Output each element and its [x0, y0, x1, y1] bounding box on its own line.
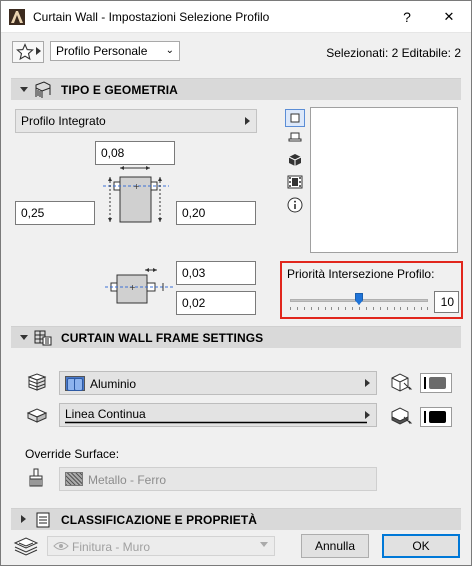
profile-depth-input[interactable]: 0,08 — [95, 141, 175, 165]
material-pen-icon[interactable] — [389, 371, 413, 393]
intersection-priority-panel: Priorità Intersezione Profilo: 10 — [280, 261, 463, 319]
star-icon — [16, 43, 34, 61]
title-bar: Curtain Wall - Impostazioni Selezione Pr… — [1, 1, 471, 33]
frame-material-dropdown[interactable]: Aluminio — [59, 371, 377, 395]
priority-slider-ticks — [290, 307, 428, 311]
profile-type-dropdown[interactable]: Profilo Integrato — [15, 109, 257, 133]
chevron-down-icon: ⌄ — [165, 45, 174, 56]
dialog-window: Curtain Wall - Impostazioni Selezione Pr… — [0, 0, 472, 566]
offset-right-input[interactable]: 0,20 — [176, 201, 256, 225]
line-type-icon — [26, 408, 48, 423]
info-icon[interactable] — [285, 197, 305, 215]
layers-icon — [13, 537, 39, 556]
section-header-classification[interactable]: CLASSIFICAZIONE E PROPRIETÀ — [11, 508, 461, 530]
layer-value: Finitura - Muro — [72, 540, 151, 554]
collapse-triangle-icon — [20, 335, 28, 340]
selection-info: Selezionati: 2 Editabile: 2 — [326, 46, 461, 60]
profile-geometry-icon — [35, 81, 51, 98]
override-surface-label: Override Surface: — [25, 447, 120, 461]
line-type-value: Linea Continua — [65, 407, 146, 421]
override-surface-value: Metallo - Ferro — [88, 473, 167, 487]
section-title-frame: CURTAIN WALL FRAME SETTINGS — [61, 331, 264, 345]
offset-left-input[interactable]: 0,25 — [15, 201, 95, 225]
override-surface-dropdown[interactable]: Metallo - Ferro — [59, 467, 377, 491]
svg-text:+: + — [133, 182, 140, 191]
section-title-geometry: TIPO E GEOMETRIA — [61, 83, 178, 97]
material-swatch — [65, 376, 85, 391]
collapse-triangle-icon — [20, 87, 28, 92]
gap-bottom-input[interactable]: 0,02 — [176, 291, 256, 315]
cancel-button[interactable]: Annulla — [301, 534, 369, 558]
profile-gap-diagram: + — [105, 268, 175, 304]
chevron-right-icon — [36, 47, 41, 55]
svg-text:+: + — [129, 283, 136, 292]
chevron-right-icon — [245, 117, 250, 125]
chevron-right-icon — [365, 411, 370, 419]
chevron-right-icon — [365, 379, 370, 387]
surface-swatch — [65, 472, 83, 486]
chevron-down-icon — [260, 542, 268, 547]
profile-select[interactable]: Profilo Personale ⌄ — [50, 41, 180, 61]
priority-slider-thumb[interactable] — [355, 293, 363, 305]
plan-view-icon[interactable] — [285, 109, 305, 127]
priority-value-input[interactable]: 10 — [434, 291, 459, 313]
line-pen-swatch[interactable] — [420, 407, 452, 427]
frame-settings-icon — [34, 330, 52, 346]
pen-weight-bar — [424, 411, 426, 423]
archicad-app-icon — [9, 9, 25, 25]
classification-icon — [36, 512, 50, 528]
window-title: Curtain Wall - Impostazioni Selezione Pr… — [33, 10, 270, 24]
material-stack-icon — [27, 373, 47, 391]
solid-line-preview — [65, 421, 367, 424]
frame-material-value: Aluminio — [90, 377, 137, 391]
profile-preview-area — [310, 107, 458, 253]
material-pen-swatch[interactable] — [420, 373, 452, 393]
section-view-icon[interactable] — [285, 131, 305, 149]
pen-weight-bar — [424, 377, 426, 389]
layer-dropdown[interactable]: Finitura - Muro — [47, 536, 275, 556]
3d-view-icon[interactable] — [285, 153, 305, 171]
section-header-geometry[interactable]: TIPO E GEOMETRIA — [11, 78, 461, 100]
material-pen-color — [429, 377, 446, 389]
gap-top-input[interactable]: 0,03 — [176, 261, 256, 285]
line-pen-color — [429, 411, 446, 423]
priority-label: Priorità Intersezione Profilo: — [287, 267, 435, 281]
profile-select-value: Profilo Personale — [56, 44, 148, 58]
ok-button[interactable]: OK — [382, 534, 460, 558]
help-button[interactable]: ? — [397, 7, 417, 27]
profile-type-value: Profilo Integrato — [21, 114, 106, 128]
close-button[interactable]: ✕ — [439, 7, 459, 27]
expand-triangle-icon — [21, 515, 26, 523]
favorites-button[interactable] — [12, 41, 44, 63]
film-strip-icon[interactable] — [285, 175, 305, 193]
paint-brush-icon[interactable] — [25, 467, 49, 489]
line-pen-icon[interactable] — [389, 405, 413, 427]
eye-icon — [53, 542, 69, 550]
section-title-classification: CLASSIFICAZIONE E PROPRIETÀ — [61, 513, 258, 527]
line-type-dropdown[interactable]: Linea Continua — [59, 403, 377, 427]
profile-cross-section-diagram: + — [103, 166, 169, 223]
section-header-frame[interactable]: CURTAIN WALL FRAME SETTINGS — [11, 326, 461, 348]
